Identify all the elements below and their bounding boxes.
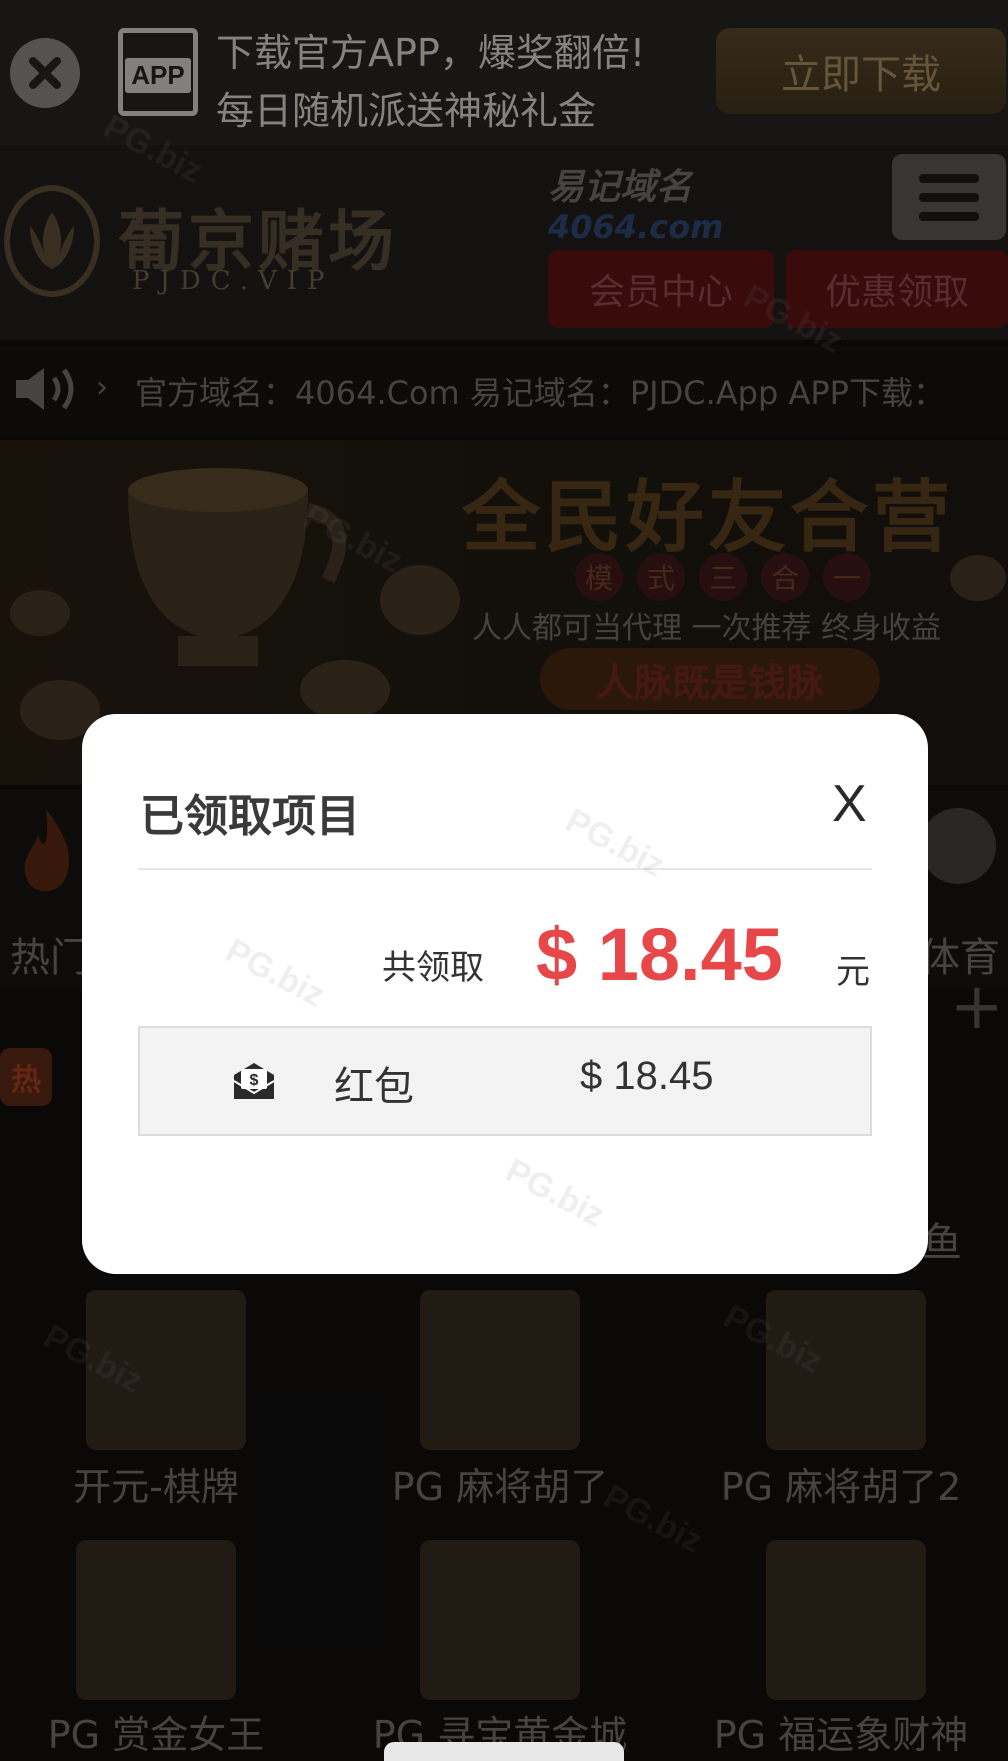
- close-dialog-button[interactable]: X: [832, 774, 867, 834]
- home-indicator[interactable]: [384, 1742, 624, 1761]
- red-envelope-money-icon: $: [233, 1063, 275, 1099]
- divider: [138, 868, 872, 870]
- watermark: PG.biz: [559, 801, 671, 885]
- watermark: PG.biz: [499, 1151, 611, 1235]
- currency-unit: 元: [836, 952, 870, 992]
- watermark: PG.biz: [219, 931, 331, 1015]
- claimed-item-row: $ 红包 $ 18.45: [138, 1026, 872, 1136]
- claimed-item-name: 红包: [334, 1064, 414, 1110]
- svg-text:$: $: [250, 1072, 259, 1089]
- claimed-item-amount: $ 18.45: [580, 1054, 714, 1098]
- claimed-items-dialog: 已领取项目 X 共领取 $ 18.45 元 $ 红包 $ 18.45 PG.bi…: [82, 714, 928, 1274]
- dialog-title: 已领取项目: [140, 791, 360, 842]
- total-claimed-label: 共领取: [382, 948, 484, 988]
- total-claimed-amount: $ 18.45: [536, 913, 783, 996]
